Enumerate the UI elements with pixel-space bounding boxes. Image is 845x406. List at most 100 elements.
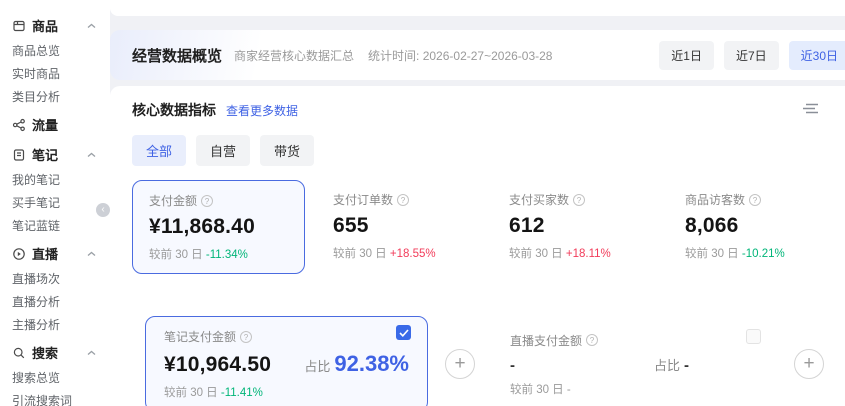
page-title: 经营数据概览 xyxy=(132,45,222,66)
sidebar-item-realtime-products[interactable]: 实时商品 xyxy=(12,62,110,85)
metric-card-payment-orders[interactable]: 支付订单数 ? 655 较前 30 日 +18.55% xyxy=(317,180,493,274)
metric-settings-icon[interactable] xyxy=(802,102,818,115)
breakdown-compare: 较前 30 日 - xyxy=(510,381,759,397)
metric-value: 612 xyxy=(509,214,653,238)
sidebar-item-live-analysis[interactable]: 直播分析 xyxy=(12,290,110,313)
sidebar-section-label: 流量 xyxy=(32,115,58,134)
breakdown-value-row: ¥10,964.50 占比 92.38% xyxy=(164,351,409,377)
date-range-switcher: 近1日 近7日 近30日 xyxy=(659,41,845,70)
sidebar-collapse-button[interactable]: ‹ xyxy=(96,203,110,217)
help-icon[interactable]: ? xyxy=(201,195,213,207)
package-icon xyxy=(12,19,26,33)
sidebar-item-product-overview[interactable]: 商品总览 xyxy=(12,39,110,62)
metric-value: ¥11,868.40 xyxy=(149,215,288,239)
sidebar-item-note-bluelink[interactable]: 笔记蓝链 xyxy=(12,214,110,237)
add-metric-button[interactable]: + xyxy=(445,349,475,379)
breakdown-card-note-payment[interactable]: 笔记支付金额 ? ¥10,964.50 占比 92.38% 较前 30 日 -1… xyxy=(145,316,428,406)
sidebar-section-label: 商品 xyxy=(32,16,58,35)
breakdown-value: - xyxy=(510,357,515,374)
chevron-up-icon xyxy=(87,152,96,158)
tab-self-operated[interactable]: 自营 xyxy=(196,135,250,166)
chevron-up-icon xyxy=(87,23,96,29)
metric-value: 655 xyxy=(333,214,477,238)
sidebar-item-search-overview[interactable]: 搜索总览 xyxy=(12,366,110,389)
ratio-label: 占比 xyxy=(654,355,680,374)
add-metric-button[interactable]: + xyxy=(794,349,824,379)
sidebar-section-header-products[interactable]: 商品 xyxy=(12,12,110,39)
metric-card-product-visitors[interactable]: 商品访客数 ? 8,066 较前 30 日 -10.21% xyxy=(669,180,845,274)
sidebar-section-products: 商品 商品总览 实时商品 类目分析 xyxy=(12,12,110,108)
metric-compare: 较前 30 日 +18.11% xyxy=(509,245,653,261)
sidebar-item-category-analysis[interactable]: 类目分析 xyxy=(12,85,110,108)
breakdown-card-live-payment[interactable]: 直播支付金额 ? - 占比 - 较前 30 日 - xyxy=(492,321,777,406)
metric-compare: 较前 30 日 -11.34% xyxy=(149,246,288,262)
sidebar-item-traffic-keywords[interactable]: 引流搜索词 xyxy=(12,389,110,406)
metric-label: 支付买家数 xyxy=(509,191,569,208)
help-icon[interactable]: ? xyxy=(573,194,585,206)
metric-card-row: 支付金额 ? ¥11,868.40 较前 30 日 -11.34% 支付订单数 … xyxy=(132,180,845,274)
overview-header-panel: 经营数据概览 商家经营核心数据汇总 统计时间: 2026-02-27~2026-… xyxy=(110,30,845,80)
metric-delta: -11.34% xyxy=(206,249,248,261)
metric-compare: 较前 30 日 +18.55% xyxy=(333,245,477,261)
view-more-link[interactable]: 查看更多数据 xyxy=(226,102,298,119)
breakdown-label: 直播支付金额 xyxy=(510,332,582,349)
metric-delta: +18.11% xyxy=(566,248,611,260)
range-30d-button[interactable]: 近30日 xyxy=(789,41,845,70)
range-7d-button[interactable]: 近7日 xyxy=(724,41,779,70)
core-metrics-header: 核心数据指标 查看更多数据 xyxy=(132,100,845,120)
chevron-up-icon xyxy=(87,350,96,356)
sidebar-section-notes: 笔记 我的笔记 买手笔记 笔记蓝链 xyxy=(12,141,110,237)
share-nodes-icon xyxy=(12,118,26,132)
sidebar-item-live-sessions[interactable]: 直播场次 xyxy=(12,267,110,290)
checkbox-unchecked-icon[interactable] xyxy=(746,329,761,344)
ratio-label: 占比 xyxy=(304,356,330,375)
help-icon[interactable]: ? xyxy=(586,334,598,346)
sidebar-section-label: 搜索 xyxy=(32,343,58,362)
metric-card-payment-amount[interactable]: 支付金额 ? ¥11,868.40 较前 30 日 -11.34% xyxy=(132,180,305,274)
play-circle-icon xyxy=(12,247,26,261)
checkbox-checked-icon[interactable] xyxy=(396,325,411,340)
search-icon xyxy=(12,346,26,360)
ratio-value: - xyxy=(684,357,689,374)
breakdown-value-row: - 占比 - xyxy=(510,355,759,374)
tab-all[interactable]: 全部 xyxy=(132,135,186,166)
sidebar-section-live: 直播 直播场次 直播分析 主播分析 xyxy=(12,240,110,336)
sidebar-item-my-notes[interactable]: 我的笔记 xyxy=(12,168,110,191)
page-subtitle: 商家经营核心数据汇总 xyxy=(234,47,354,64)
stat-time-label: 统计时间: 2026-02-27~2026-03-28 xyxy=(368,47,552,64)
metric-delta: -10.21% xyxy=(742,248,785,260)
metric-label: 商品访客数 xyxy=(685,191,745,208)
breakdown-label: 笔记支付金额 xyxy=(164,328,236,345)
help-icon[interactable]: ? xyxy=(749,194,761,206)
metric-delta: +18.55% xyxy=(390,248,436,260)
ratio-value: 92.38% xyxy=(334,351,409,377)
sidebar-section-traffic: 流量 xyxy=(12,111,110,138)
breakdown-compare: 较前 30 日 -11.41% xyxy=(164,384,409,400)
breakdown-delta: - xyxy=(567,384,571,396)
note-icon xyxy=(12,148,26,162)
payment-breakdown-row: 笔记支付金额 ? ¥10,964.50 占比 92.38% 较前 30 日 -1… xyxy=(132,316,845,406)
chevron-up-icon xyxy=(87,251,96,257)
sidebar: 商品 商品总览 实时商品 类目分析 流量 笔记 我的笔记 买手笔记 xyxy=(0,0,110,406)
metric-card-paying-buyers[interactable]: 支付买家数 ? 612 较前 30 日 +18.11% xyxy=(493,180,669,274)
tab-affiliate[interactable]: 带货 xyxy=(260,135,314,166)
metric-label: 支付金额 xyxy=(149,192,197,209)
help-icon[interactable]: ? xyxy=(397,194,409,206)
sidebar-section-header-search[interactable]: 搜索 xyxy=(12,339,110,366)
core-metrics-panel: 核心数据指标 查看更多数据 全部 自营 带货 支付金额 ? ¥11,868.40… xyxy=(110,86,845,406)
metric-value: 8,066 xyxy=(685,214,829,238)
section-title: 核心数据指标 xyxy=(132,100,216,120)
breakdown-value: ¥10,964.50 xyxy=(164,353,271,377)
metric-label: 支付订单数 xyxy=(333,191,393,208)
breakdown-delta: -11.41% xyxy=(221,387,263,399)
sidebar-section-header-traffic[interactable]: 流量 xyxy=(12,111,110,138)
sidebar-section-header-live[interactable]: 直播 xyxy=(12,240,110,267)
sidebar-section-label: 笔记 xyxy=(32,145,58,164)
metric-compare: 较前 30 日 -10.21% xyxy=(685,245,829,261)
sidebar-item-host-analysis[interactable]: 主播分析 xyxy=(12,313,110,336)
sidebar-section-search: 搜索 搜索总览 引流搜索词 xyxy=(12,339,110,406)
range-1d-button[interactable]: 近1日 xyxy=(659,41,714,70)
help-icon[interactable]: ? xyxy=(240,331,252,343)
sidebar-section-label: 直播 xyxy=(32,244,58,263)
sidebar-section-header-notes[interactable]: 笔记 xyxy=(12,141,110,168)
